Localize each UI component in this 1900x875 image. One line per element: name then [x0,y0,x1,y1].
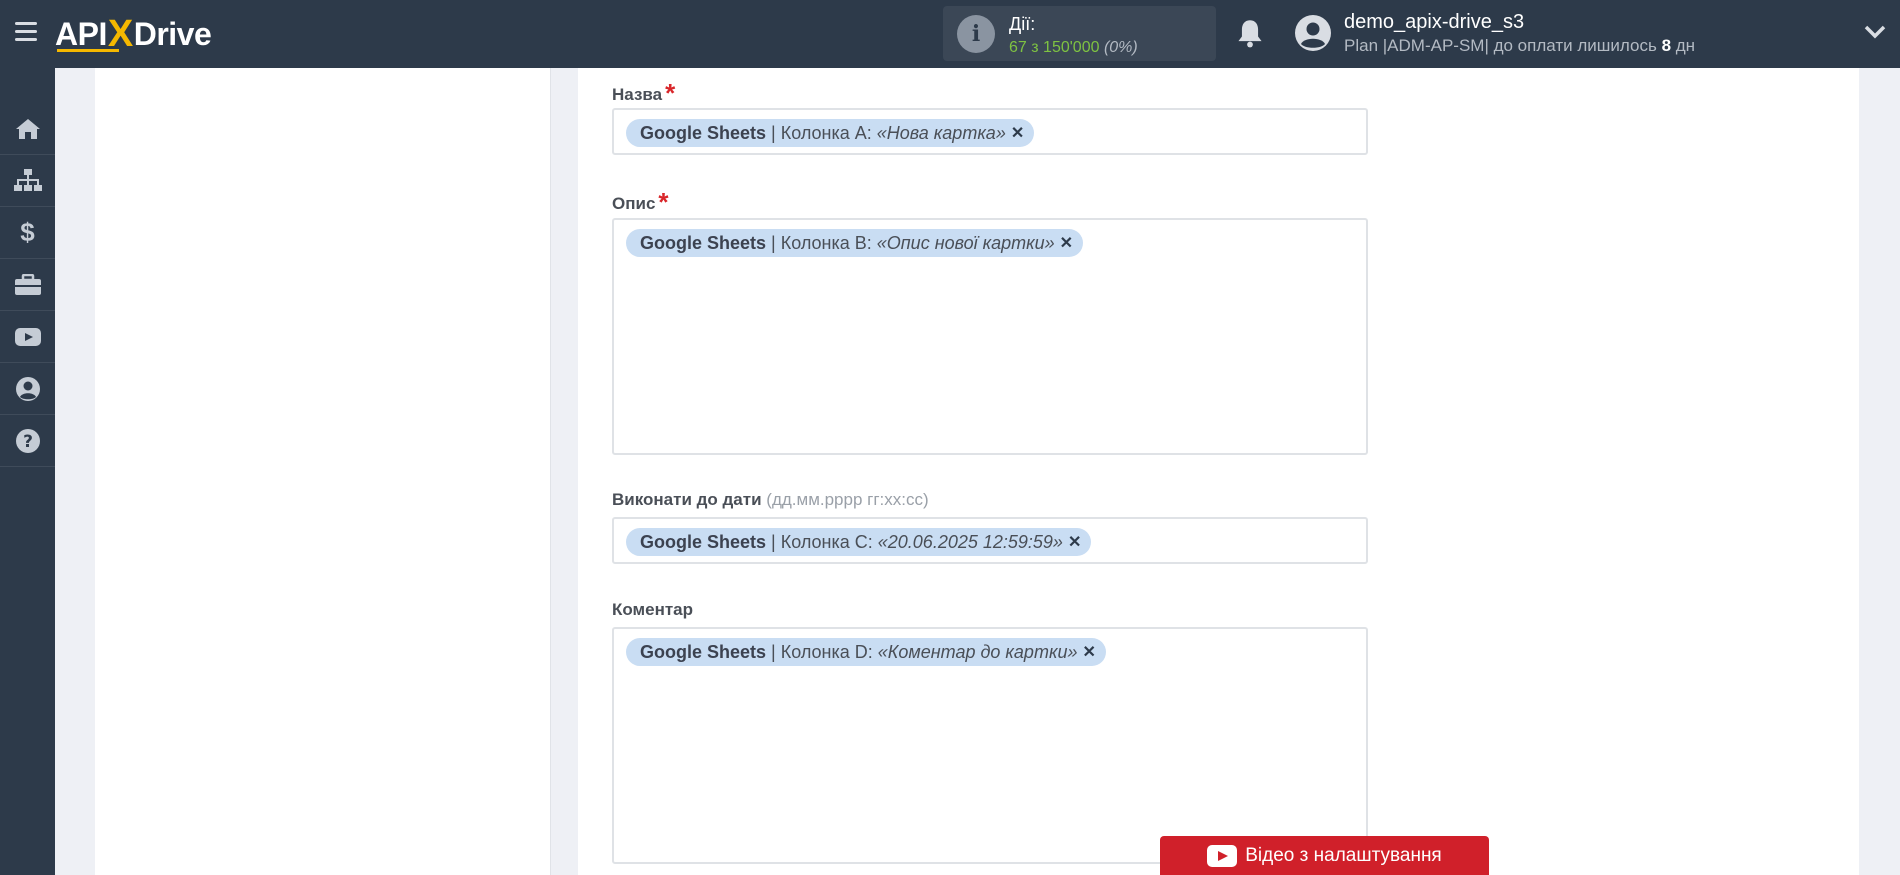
sidebar-item-connections[interactable] [0,155,55,207]
chip-source: Google Sheets [640,531,767,552]
actions-count: 67 з 150'000 (0%) [1009,39,1138,57]
bell-icon[interactable] [1236,18,1264,48]
actions-total: 150'000 [1043,39,1100,56]
remove-chip-icon[interactable]: ✕ [1060,233,1073,253]
chip-column: Колонка A: [780,122,872,143]
chip-value: «20.06.2025 12:59:59» [877,531,1063,552]
chip-value: «Коментар до картки» [877,641,1078,662]
logo-text-left: API [55,15,107,52]
comment-field[interactable]: Google Sheets | Колонка D: «Коментар до … [612,627,1368,864]
logo-underline [57,49,119,52]
sidebar-item-tools[interactable] [0,259,55,311]
youtube-icon [1207,844,1238,867]
sidebar-item-home[interactable] [0,103,55,155]
plan-info: Plan |ADM-AP-SM| до оплати лишилось 8 дн [1344,36,1695,56]
label-text: Назва [612,85,663,104]
chip-separator: | [771,232,776,253]
home-icon [15,118,40,139]
chip-column: Колонка B: [780,232,872,253]
avatar[interactable] [1294,14,1332,52]
field-label-due-date: Виконати до дати (дд.мм.рррр гг:хх:сс) [612,490,929,510]
top-bar: API X Drive i Дії: 67 з 150'000 (0%) demo_… [0,0,1900,68]
actions-label: Дії: [1009,14,1036,34]
setup-video-button[interactable]: Відео з налаштування [1160,836,1489,875]
question-icon: ? [15,428,40,453]
actions-counter[interactable]: i Дії: 67 з 150'000 (0%) [943,6,1216,61]
sidebar-item-video[interactable] [0,311,55,363]
field-label-name: Назва * [612,76,676,108]
required-mark: * [658,187,669,217]
logo-text-right: Drive [133,15,212,52]
sidebar: $ ? [0,68,55,875]
sidebar-item-account[interactable] [0,363,55,415]
due-date-field[interactable]: Google Sheets | Колонка C: «20.06.2025 1… [612,517,1368,564]
remove-chip-icon[interactable]: ✕ [1082,642,1095,662]
info-icon: i [957,15,995,53]
description-field[interactable]: Google Sheets | Колонка B: «Опис нової к… [612,218,1368,455]
variable-chip: Google Sheets | Колонка C: «20.06.2025 1… [626,528,1092,556]
remove-chip-icon[interactable]: ✕ [1011,123,1024,143]
actions-percent: (0%) [1103,39,1138,56]
chip-separator: | [771,122,776,143]
plan-prefix: Plan |ADM-AP-SM| до оплати лишилось [1344,36,1657,55]
required-mark: * [665,78,676,108]
chevron-down-icon[interactable] [1864,24,1886,40]
youtube-icon [14,327,41,346]
logo[interactable]: API X Drive [55,12,212,56]
video-button-label: Відео з налаштування [1245,844,1442,866]
plan-days: 8 [1661,36,1672,55]
sidebar-item-billing[interactable]: $ [0,207,55,259]
label-text: Виконати до дати [612,490,762,509]
label-text: Опис [612,194,656,213]
plan-days-unit: дн [1675,36,1696,55]
actions-of: з [1031,39,1039,56]
variable-chip: Google Sheets | Колонка B: «Опис нової к… [626,229,1084,257]
sidebar-item-help[interactable]: ? [0,415,55,467]
dollar-icon: $ [20,217,35,247]
date-format-hint: (дд.мм.рррр гг:хх:сс) [766,490,929,509]
chip-separator: | [771,641,776,662]
user-icon [15,376,40,401]
actions-used: 67 [1009,39,1027,56]
label-text: Коментар [612,600,693,619]
chip-source: Google Sheets [640,641,767,662]
chip-source: Google Sheets [640,122,767,143]
briefcase-icon [14,273,41,295]
chip-value: «Нова картка» [876,122,1006,143]
variable-chip: Google Sheets | Колонка D: «Коментар до … [626,638,1106,666]
left-panel [95,68,551,875]
chip-source: Google Sheets [640,232,767,253]
sitemap-icon [13,168,42,191]
variable-chip: Google Sheets | Колонка A: «Нова картка»… [626,119,1035,147]
chip-column: Колонка C: [780,531,873,552]
field-label-description: Опис * [612,185,669,217]
name-field[interactable]: Google Sheets | Колонка A: «Нова картка»… [612,108,1368,155]
chip-separator: | [771,531,776,552]
chip-value: «Опис нової картки» [876,232,1055,253]
menu-icon[interactable] [15,22,37,42]
username[interactable]: demo_apix-drive_s3 [1344,11,1524,34]
remove-chip-icon[interactable]: ✕ [1068,532,1081,552]
field-label-comment: Коментар [612,600,693,620]
chip-column: Колонка D: [780,641,873,662]
svg-text:?: ? [23,432,33,452]
